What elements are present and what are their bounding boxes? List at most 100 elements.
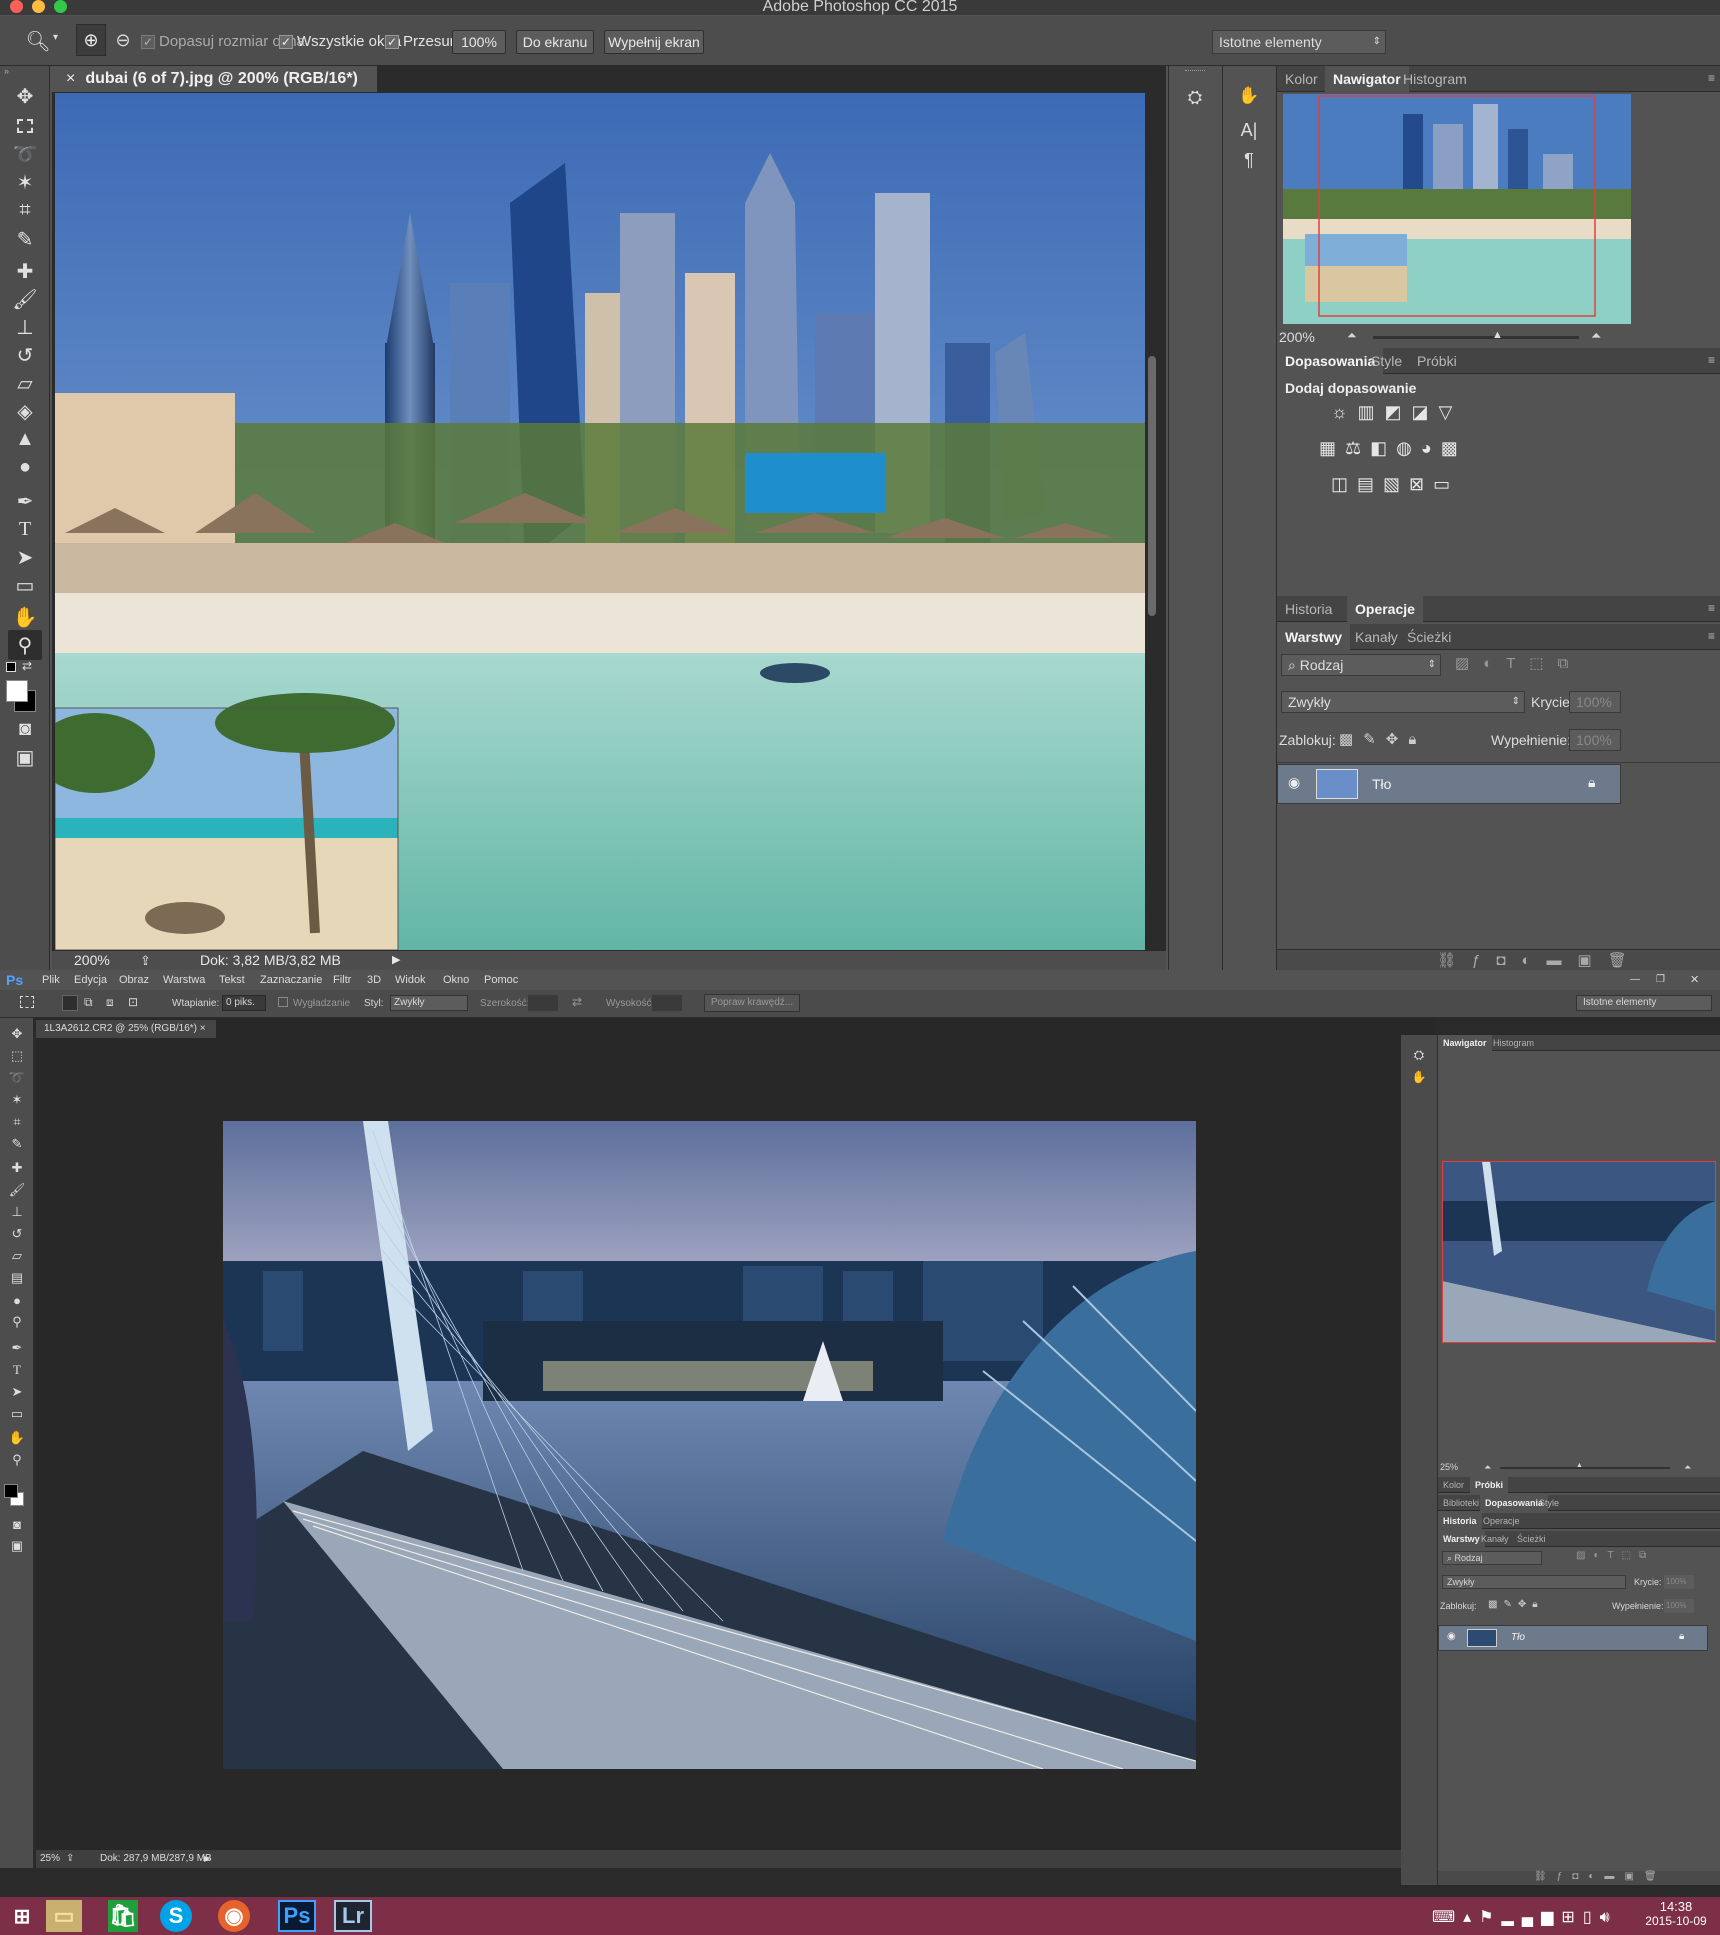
keyboard-icon[interactable]: ⌨ bbox=[1432, 1909, 1463, 1926]
eyedropper-tool-icon[interactable]: ✎ bbox=[8, 224, 42, 254]
pen-tool-icon[interactable]: ✒ bbox=[6, 1338, 28, 1358]
add-selection-icon[interactable]: ⧉ bbox=[84, 995, 93, 1010]
opacity-field[interactable]: 100% bbox=[1664, 1575, 1694, 1589]
add-mask-icon[interactable]: ◘ bbox=[1572, 1871, 1588, 1882]
new-group-icon[interactable]: ▬ bbox=[1604, 1871, 1624, 1882]
delete-layer-icon[interactable]: 🗑︎ bbox=[1608, 952, 1643, 969]
zoom-in-small-icon[interactable]: ⏶ bbox=[1684, 1462, 1691, 1473]
menu-okno[interactable]: Okno bbox=[443, 970, 469, 990]
lock-pixels-icon[interactable]: ✎ bbox=[1363, 731, 1386, 748]
layer-name[interactable]: Tło bbox=[1511, 1632, 1525, 1643]
zoom-level[interactable]: 200% bbox=[74, 951, 110, 970]
refine-edge-button[interactable]: Popraw krawędź... bbox=[704, 994, 800, 1012]
quick-mask-icon[interactable]: ◙ bbox=[8, 714, 42, 744]
clone-stamp-tool-icon[interactable]: ⊥ bbox=[8, 312, 42, 342]
navigator-thumbnail[interactable] bbox=[1442, 1161, 1716, 1343]
posterize-icon[interactable]: ▤ bbox=[1357, 474, 1383, 494]
brush-tool-icon[interactable]: 🖌︎ bbox=[8, 284, 42, 314]
menu-zaznaczanie[interactable]: Zaznaczanie bbox=[260, 970, 322, 990]
all-windows-checkbox[interactable]: ✓ bbox=[279, 35, 293, 49]
action-center-flag-icon[interactable]: ⚑ bbox=[1479, 1909, 1501, 1926]
height-field[interactable] bbox=[652, 995, 682, 1011]
tab-style[interactable]: Style bbox=[1534, 1495, 1564, 1511]
navigator-zoom-value[interactable]: 25% bbox=[1440, 1462, 1458, 1472]
share-icon[interactable]: ⇪ bbox=[66, 1850, 74, 1868]
new-group-icon[interactable]: ▬ bbox=[1547, 952, 1578, 969]
quick-mask-icon[interactable]: ◙ bbox=[6, 1514, 28, 1534]
photoshop-taskbar-icon[interactable]: Ps bbox=[278, 1900, 316, 1932]
3d-panel-icon[interactable]: ⛭ bbox=[1175, 82, 1215, 112]
eyedropper-tool-icon[interactable]: ✎ bbox=[6, 1134, 28, 1154]
zoom-tool-preset-icon[interactable]: 🔍︎ bbox=[25, 26, 50, 56]
zoom-level[interactable]: 25% bbox=[40, 1850, 60, 1868]
link-layers-icon[interactable]: ⛓ bbox=[1534, 1871, 1557, 1882]
channel-mixer-icon[interactable]: ◕ bbox=[1421, 438, 1441, 458]
color-balance-icon[interactable]: ⚖ bbox=[1345, 438, 1370, 458]
brightness-icon[interactable]: ☼ bbox=[1331, 402, 1358, 422]
lasso-tool-icon[interactable]: ➰ bbox=[6, 1068, 28, 1088]
blend-mode-select[interactable]: Zwykły bbox=[1442, 1575, 1626, 1589]
blend-mode-select[interactable]: Zwykły ⇕ bbox=[1281, 691, 1525, 713]
lightroom-taskbar-icon[interactable]: Lr bbox=[334, 1900, 372, 1932]
adjustment-filter-icon[interactable]: ◐ bbox=[1593, 1550, 1607, 1561]
healing-brush-tool-icon[interactable]: ✚ bbox=[8, 256, 42, 286]
foreground-color-swatch[interactable] bbox=[6, 680, 28, 702]
zoom-100-button[interactable]: 100% bbox=[452, 30, 506, 54]
pen-tool-icon[interactable]: ✒ bbox=[8, 486, 42, 516]
type-tool-icon[interactable]: T bbox=[8, 514, 42, 544]
default-colors-icon[interactable] bbox=[6, 662, 16, 672]
new-layer-icon[interactable]: ▣ bbox=[1624, 1871, 1643, 1882]
panel-menu-icon[interactable]: ≡ bbox=[1708, 71, 1715, 85]
menu-3d[interactable]: 3D bbox=[367, 970, 381, 990]
marquee-preset-icon[interactable] bbox=[20, 996, 34, 1008]
share-icon[interactable]: ⇪ bbox=[140, 951, 151, 970]
type-filter-icon[interactable]: T bbox=[1506, 655, 1529, 672]
layer-row-background[interactable]: ◉ Tło 🔒︎ bbox=[1277, 764, 1621, 804]
panel-menu-icon[interactable]: ≡ bbox=[1708, 601, 1715, 615]
visibility-eye-icon[interactable]: ◉ bbox=[1288, 774, 1300, 791]
volume-icon[interactable]: 🔊︎ bbox=[1600, 1909, 1618, 1926]
tab-sciezki[interactable]: Ścieżki bbox=[1512, 1531, 1551, 1547]
tab-histogram[interactable]: Histogram bbox=[1395, 66, 1475, 92]
grip-icon[interactable] bbox=[1185, 70, 1205, 72]
3d-panel-icon[interactable]: ⛭ bbox=[1407, 1045, 1431, 1065]
skype-icon[interactable]: S bbox=[160, 1900, 192, 1932]
rectangle-tool-icon[interactable]: ▭ bbox=[6, 1404, 28, 1424]
workspace-select[interactable]: Istotne elementy ⇕ bbox=[1212, 30, 1386, 54]
tab-operacje[interactable]: Operacje bbox=[1347, 596, 1423, 622]
link-layers-icon[interactable]: ⛓ bbox=[1437, 952, 1472, 969]
layer-filter-select[interactable]: ⌕ Rodzaj ⇕ bbox=[1281, 654, 1441, 676]
tab-probki[interactable]: Próbki bbox=[1470, 1477, 1509, 1493]
workspace-select[interactable]: Istotne elementy bbox=[1576, 995, 1712, 1011]
selective-color-icon[interactable]: ⊠ bbox=[1409, 474, 1433, 494]
restore-icon[interactable]: ❐ bbox=[1656, 970, 1665, 990]
tab-historia[interactable]: Historia bbox=[1277, 596, 1340, 622]
panel-menu-icon[interactable]: ≡ bbox=[1708, 353, 1715, 367]
tab-operacje[interactable]: Operacje bbox=[1478, 1513, 1525, 1529]
document-tab[interactable]: 1L3A2612.CR2 @ 25% (RGB/16*) × bbox=[36, 1020, 216, 1038]
start-button-icon[interactable]: ⊞ bbox=[4, 1900, 40, 1932]
smart-filter-icon[interactable]: ⧉ bbox=[1558, 655, 1583, 672]
brush-tool-icon[interactable]: 🖌︎ bbox=[6, 1180, 28, 1200]
zoom-slider-thumb[interactable]: ▲ bbox=[1492, 329, 1503, 341]
crop-tool-icon[interactable]: ⌗ bbox=[8, 195, 42, 225]
visibility-eye-icon[interactable]: ◉ bbox=[1447, 1631, 1456, 1642]
windows-icon[interactable]: ⊞ bbox=[1561, 1909, 1582, 1926]
show-hidden-icon[interactable]: ▴ bbox=[1463, 1909, 1479, 1926]
curves-icon[interactable]: ◩ bbox=[1385, 402, 1412, 422]
status-menu-arrow-icon[interactable]: ▶ bbox=[204, 1850, 210, 1868]
swap-dimensions-icon[interactable]: ⇄ bbox=[572, 995, 582, 1009]
menu-warstwa[interactable]: Warstwa bbox=[163, 970, 205, 990]
zoom-out-icon[interactable]: ⊖ bbox=[108, 24, 138, 56]
rectangle-tool-icon[interactable]: ▭ bbox=[8, 570, 42, 600]
fill-field[interactable]: 100% bbox=[1569, 729, 1621, 751]
lasso-tool-icon[interactable]: ➰ bbox=[8, 139, 42, 169]
paragraph-panel-icon[interactable]: ¶ bbox=[1229, 146, 1269, 174]
dodge-tool-icon[interactable]: ⚲ bbox=[6, 1312, 28, 1332]
lock-position-icon[interactable]: ✥ bbox=[1518, 1599, 1532, 1610]
menu-plik[interactable]: Plik bbox=[42, 970, 60, 990]
blur-tool-icon[interactable]: ● bbox=[6, 1290, 28, 1310]
history-brush-tool-icon[interactable]: ↺ bbox=[6, 1224, 28, 1244]
lock-transparent-icon[interactable]: ▩ bbox=[1488, 1599, 1503, 1610]
fit-window-checkbox[interactable]: ✓ bbox=[141, 35, 155, 49]
